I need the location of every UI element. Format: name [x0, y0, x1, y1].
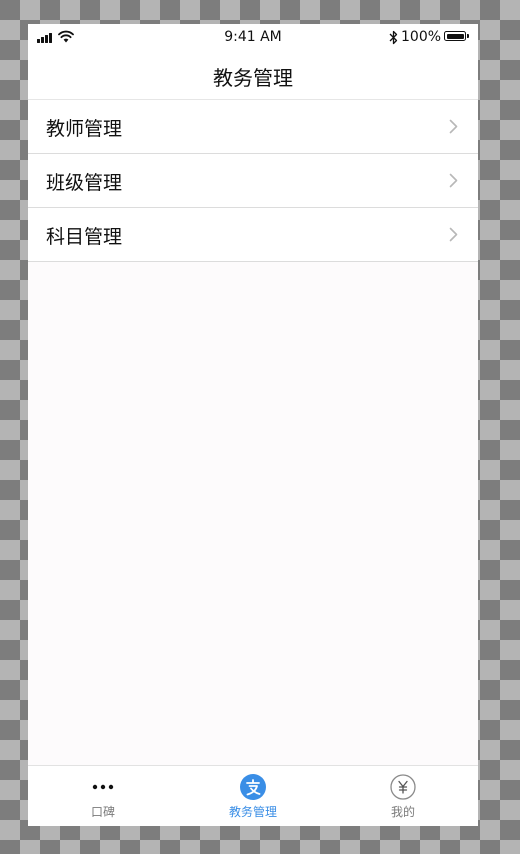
tab-label: 口碑	[90, 805, 115, 819]
page-title: 教务管理	[213, 66, 293, 90]
chevron-right-icon	[449, 119, 458, 134]
tab-mine[interactable]: 我的	[328, 766, 478, 826]
tab-label: 我的	[390, 805, 415, 819]
alipay-icon	[240, 774, 266, 800]
yuan-icon	[390, 774, 416, 800]
battery-icon	[444, 31, 466, 41]
tab-koubei[interactable]: 口碑	[28, 766, 178, 826]
chevron-right-icon	[449, 173, 458, 188]
menu-list: 教师管理 班级管理 科目管理	[28, 100, 478, 262]
menu-item-label: 科目管理	[46, 226, 123, 248]
more-dots-icon	[92, 784, 114, 790]
navigation-bar: 教务管理	[28, 50, 478, 100]
battery-nub	[467, 34, 469, 38]
menu-item-class-management[interactable]: 班级管理	[28, 154, 478, 208]
tab-label: 教务管理	[228, 805, 277, 819]
menu-item-label: 教师管理	[46, 118, 123, 140]
menu-item-subject-management[interactable]: 科目管理	[28, 208, 478, 262]
menu-item-teacher-management[interactable]: 教师管理	[28, 100, 478, 154]
tab-bar: 口碑 教务管理 我的	[28, 765, 478, 826]
phone-screen: 9:41 AM 100% 教务管理 教师管理 班级管理 科目管理 口碑 教务管理…	[28, 24, 478, 826]
battery-percent: 100%	[401, 29, 442, 45]
chevron-right-icon	[449, 227, 458, 242]
status-bar: 9:41 AM 100%	[28, 24, 478, 50]
tab-academic-affairs[interactable]: 教务管理	[178, 766, 328, 826]
menu-item-label: 班级管理	[46, 172, 123, 194]
bluetooth-icon	[389, 30, 398, 45]
